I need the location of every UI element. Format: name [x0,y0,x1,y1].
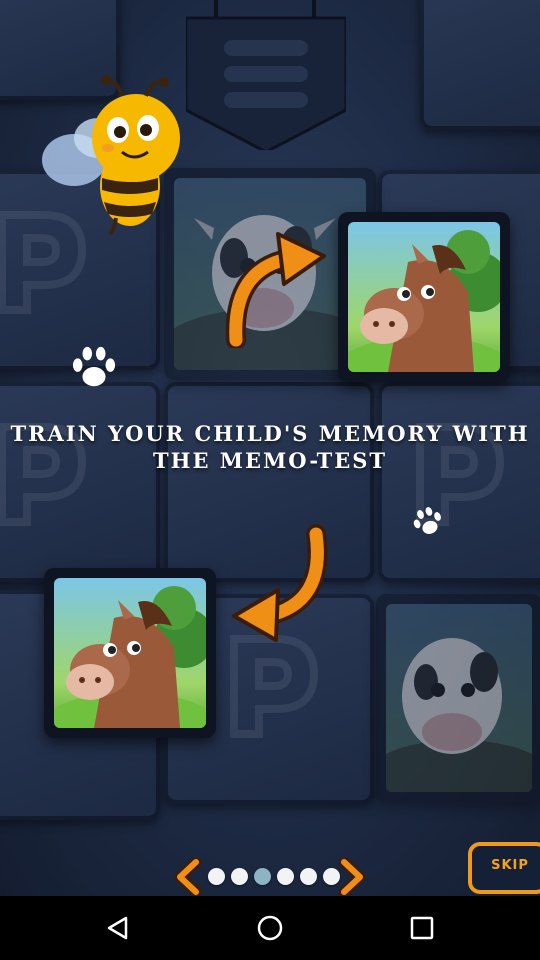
home-button[interactable] [254,912,286,944]
recents-icon [410,916,434,940]
curved-arrow-down-icon [232,524,328,642]
paw-print-icon [72,346,116,387]
back-button[interactable] [102,912,134,944]
next-page-button[interactable] [336,856,368,896]
pager-dot[interactable] [300,868,317,885]
memory-tile [378,382,540,582]
previous-page-button[interactable] [172,856,204,896]
home-icon [257,915,283,941]
pager-dot[interactable] [208,868,225,885]
system-navigation-bar [0,896,540,960]
pager-dots [204,868,340,886]
horse-card-revealed [338,212,510,382]
bee-mascot-icon [42,75,180,236]
memory-tile [420,0,540,130]
skip-button[interactable]: SKIP [468,842,540,894]
horse-card-revealed [44,568,216,738]
pager-dot-active[interactable] [254,868,271,885]
horse-icon [348,230,500,372]
headline-line-2: THE MEMO-TEST [152,448,387,473]
hanging-sign-icon [186,0,346,150]
tutorial-screen: TRAIN YOUR CHILD'S MEMORY WITH THE MEMO-… [0,0,540,896]
recents-button[interactable] [406,912,438,944]
skip-label: SKIP [491,858,529,873]
curved-arrow-up-icon [225,232,326,348]
chevron-right-icon [338,856,366,896]
page-indicator [172,856,368,896]
horse-icon [54,586,206,728]
back-icon [107,916,128,940]
cow-card-faded [376,594,540,802]
chevron-left-icon [174,856,202,896]
pager-dot[interactable] [277,868,294,885]
pager-dot[interactable] [231,868,248,885]
memory-tile [0,382,160,582]
tutorial-headline: TRAIN YOUR CHILD'S MEMORY WITH THE MEMO-… [0,420,540,474]
cow-icon [386,638,532,792]
headline-line-1: TRAIN YOUR CHILD'S MEMORY WITH [10,421,530,446]
